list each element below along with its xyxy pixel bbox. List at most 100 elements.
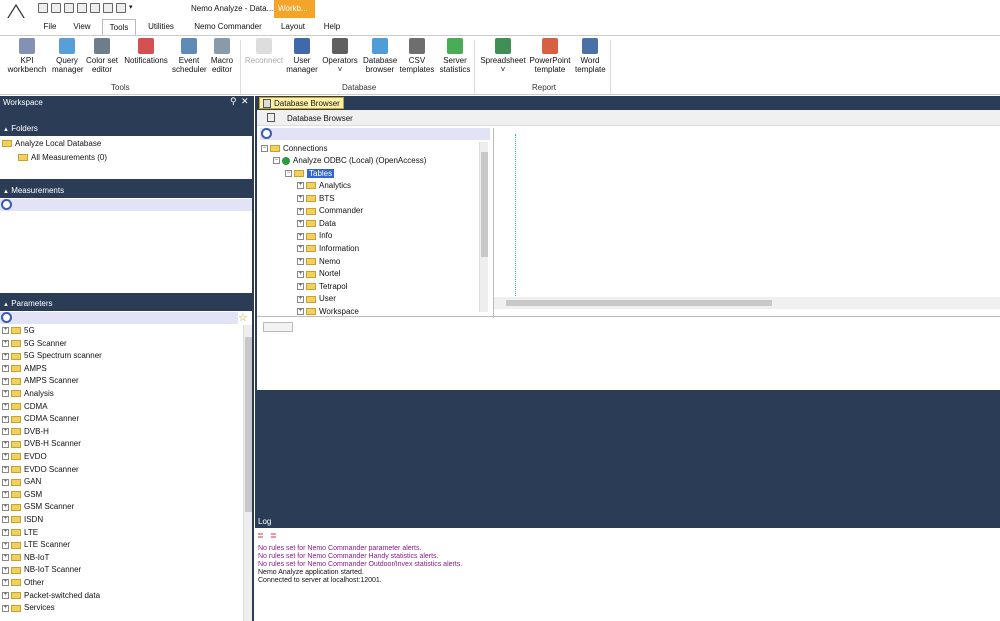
- print-icon[interactable]: [64, 3, 74, 13]
- expand-icon[interactable]: +: [2, 503, 9, 511]
- ribbon-button-server[interactable]: Server statistics: [438, 38, 472, 74]
- log-filter-icon[interactable]: ≣: [257, 531, 264, 540]
- ribbon-button-powerpoint[interactable]: PowerPoint template: [528, 38, 572, 74]
- expand-icon[interactable]: +: [2, 591, 9, 599]
- parameter-item[interactable]: + GAN: [2, 477, 41, 486]
- db-table-item[interactable]: + Commander: [297, 206, 363, 215]
- tab-file[interactable]: File: [38, 19, 62, 35]
- db-table-item[interactable]: + BTS: [297, 194, 335, 203]
- favorite-star-icon[interactable]: ☆: [238, 311, 248, 324]
- db-table-item[interactable]: + Nortel: [297, 269, 340, 278]
- expand-icon[interactable]: +: [2, 402, 9, 410]
- save-icon[interactable]: [51, 3, 61, 13]
- db-table-item[interactable]: + Workspace: [297, 307, 359, 316]
- parameters-header[interactable]: ▲ Parameters: [0, 297, 254, 310]
- expand-icon[interactable]: +: [2, 440, 9, 448]
- expand-icon[interactable]: +: [2, 528, 9, 536]
- ribbon-button-kpi[interactable]: KPI workbench: [7, 38, 47, 74]
- folder-root[interactable]: Analyze Local Database: [2, 139, 101, 148]
- db-table-item[interactable]: + User: [297, 294, 336, 303]
- expand-icon[interactable]: +: [2, 327, 9, 335]
- expand-icon[interactable]: +: [297, 182, 304, 190]
- expand-icon[interactable]: +: [2, 478, 9, 486]
- customize-dropdown-icon[interactable]: ▾: [129, 3, 137, 13]
- db-table-item[interactable]: + Info: [297, 231, 332, 240]
- expand-icon[interactable]: +: [297, 308, 304, 316]
- parameter-item[interactable]: + Analysis: [2, 389, 54, 398]
- expand-icon[interactable]: +: [2, 428, 9, 436]
- expand-icon[interactable]: +: [2, 604, 9, 612]
- ribbon-button-query[interactable]: Query manager: [52, 38, 84, 74]
- parameters-search-input[interactable]: [0, 312, 238, 324]
- parameter-item[interactable]: + AMPS: [2, 364, 47, 373]
- db-table-item[interactable]: + Nemo: [297, 257, 340, 266]
- parameter-item[interactable]: + GSM: [2, 490, 42, 499]
- parameter-item[interactable]: + LTE: [2, 528, 38, 537]
- expand-icon[interactable]: +: [2, 453, 9, 461]
- parameter-item[interactable]: +5G: [2, 326, 35, 335]
- expand-icon[interactable]: +: [2, 377, 9, 385]
- expand-icon[interactable]: +: [2, 516, 9, 524]
- expand-icon[interactable]: +: [297, 207, 304, 215]
- folders-header[interactable]: ▲ Folders: [0, 122, 254, 135]
- expand-icon[interactable]: +: [2, 491, 9, 499]
- ribbon-button-operators[interactable]: Operators ˅: [321, 38, 359, 74]
- expand-icon[interactable]: +: [2, 365, 9, 373]
- parameter-item[interactable]: + GSM Scanner: [2, 502, 74, 511]
- expand-icon[interactable]: +: [297, 283, 304, 291]
- context-tab-workbench[interactable]: Workb...: [274, 0, 315, 18]
- ribbon-button-csv[interactable]: CSV templates: [399, 38, 435, 74]
- parameter-item[interactable]: + ISDN: [2, 515, 43, 524]
- table-icon[interactable]: [116, 3, 126, 13]
- parameter-item[interactable]: + LTE Scanner: [2, 540, 70, 549]
- db-detail-hscrollbar[interactable]: [494, 297, 1000, 309]
- ribbon-button-macro[interactable]: Macro editor: [209, 38, 235, 74]
- pin-icon[interactable]: ⚲: [230, 96, 237, 107]
- expand-icon[interactable]: +: [297, 270, 304, 278]
- parameter-item[interactable]: + Packet-switched data: [2, 591, 100, 600]
- ribbon-button-event[interactable]: Event scheduler: [172, 38, 207, 74]
- expand-icon[interactable]: −: [285, 170, 292, 178]
- db-table-item[interactable]: + Data: [297, 219, 336, 228]
- db-table-item[interactable]: + Information: [297, 244, 359, 253]
- expand-icon[interactable]: +: [2, 554, 9, 562]
- ribbon-button-reconnect[interactable]: Reconnect: [244, 38, 284, 65]
- settings-icon[interactable]: [90, 3, 100, 13]
- expand-icon[interactable]: +: [2, 339, 9, 347]
- log-clear-icon[interactable]: ≣: [270, 531, 277, 540]
- parameter-item[interactable]: +5G Scanner: [2, 339, 67, 348]
- tab-nemo-commander[interactable]: Nemo Commander: [188, 19, 268, 35]
- expand-icon[interactable]: +: [2, 541, 9, 549]
- parameter-item[interactable]: + DVB-H Scanner: [2, 439, 81, 448]
- ribbon-button-spreadsheet[interactable]: Spreadsheet ˅: [479, 38, 527, 74]
- expand-icon[interactable]: +: [297, 295, 304, 303]
- parameter-item[interactable]: + Services: [2, 603, 55, 612]
- parameter-item[interactable]: + CDMA Scanner: [2, 414, 79, 423]
- ribbon-button-notifications[interactable]: Notifications: [122, 38, 170, 65]
- ribbon-button-database[interactable]: Database browser: [363, 38, 397, 74]
- expand-icon[interactable]: +: [2, 566, 9, 574]
- parameter-item[interactable]: + DVB-H: [2, 427, 49, 436]
- parameter-item[interactable]: + AMPS Scanner: [2, 376, 79, 385]
- parameter-item[interactable]: + EVDO: [2, 452, 47, 461]
- folder-all-measurements[interactable]: All Measurements (0): [18, 153, 107, 162]
- expand-icon[interactable]: +: [2, 352, 9, 360]
- expand-icon[interactable]: +: [297, 257, 304, 265]
- tab-tools[interactable]: Tools: [102, 19, 136, 35]
- expand-icon[interactable]: +: [2, 579, 9, 587]
- db-odbc-connection[interactable]: − Analyze ODBC (Local) (OpenAccess): [273, 156, 426, 165]
- ribbon-button-color-set[interactable]: Color set editor: [86, 38, 118, 74]
- tab-help[interactable]: Help: [318, 19, 346, 35]
- expand-icon[interactable]: −: [273, 157, 280, 165]
- expand-icon[interactable]: +: [297, 232, 304, 240]
- parameter-item[interactable]: + NB-IoT Scanner: [2, 565, 81, 574]
- open-icon[interactable]: [38, 3, 48, 13]
- export-icon[interactable]: [77, 3, 87, 13]
- close-icon[interactable]: ✕: [241, 96, 249, 107]
- db-table-item[interactable]: + Analytics: [297, 181, 351, 190]
- parameter-item[interactable]: + NB-IoT: [2, 553, 49, 562]
- expand-icon[interactable]: +: [297, 220, 304, 228]
- expand-icon[interactable]: +: [297, 194, 304, 202]
- db-tree-scrollbar[interactable]: [479, 142, 488, 312]
- db-tables[interactable]: − Tables: [285, 169, 335, 178]
